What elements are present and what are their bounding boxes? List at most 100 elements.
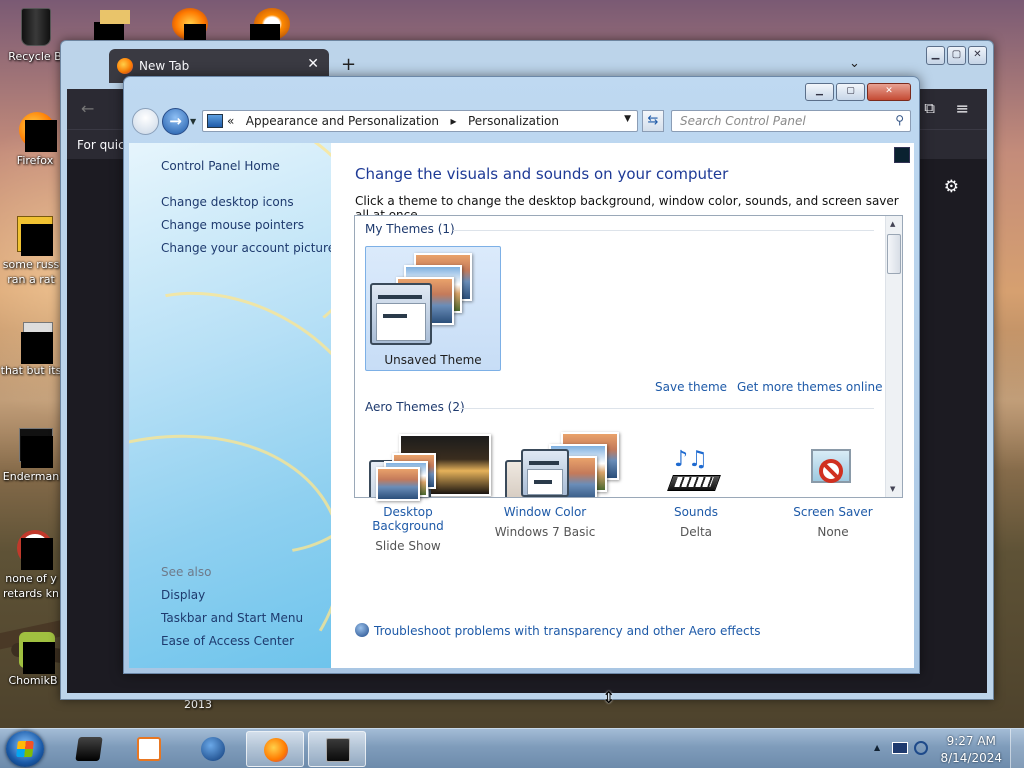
menu-icon[interactable]: ≡ — [956, 99, 969, 118]
show-hidden-icons-button[interactable]: ▲ — [874, 743, 880, 752]
display-link[interactable]: Display — [161, 588, 205, 602]
taskbar-button-app[interactable] — [60, 731, 118, 767]
new-tab-button[interactable]: + — [341, 55, 356, 75]
control-panel-icon — [207, 114, 223, 128]
refresh-button[interactable]: ⇆ — [642, 110, 664, 132]
start-button[interactable] — [6, 731, 44, 767]
desktop-icon-app[interactable] — [248, 0, 296, 40]
network-icon[interactable] — [892, 742, 908, 754]
desktop-icon-label: Recycle B — [8, 50, 62, 63]
desktop-icon-shortcut[interactable]: ChomikB — [2, 630, 64, 688]
setting-value: Windows 7 Basic — [494, 525, 596, 539]
maximize-button[interactable]: ▢ — [947, 46, 966, 65]
desktop-icon-shortcut[interactable]: that but its — [0, 320, 62, 378]
desktop-icon-label: none of y retards kn — [3, 572, 59, 600]
search-placeholder: Search Control Panel — [680, 114, 806, 128]
desktop-icon-recycle-bin[interactable]: Recycle B — [4, 6, 66, 64]
desktop-background-icon — [348, 443, 468, 503]
windows-logo-icon — [16, 741, 34, 757]
change-mouse-pointers-link[interactable]: Change mouse pointers — [161, 218, 304, 232]
show-desktop-button[interactable] — [1010, 729, 1024, 768]
control-panel-home-link[interactable]: Control Panel Home — [161, 159, 280, 173]
address-dropdown-icon[interactable]: ▼ — [624, 114, 631, 124]
troubleshoot-link[interactable]: Troubleshoot problems with transparency … — [355, 623, 761, 638]
setting-value: Slide Show — [375, 539, 441, 553]
setting-value: None — [817, 525, 849, 539]
clock-time: 9:27 AM — [946, 734, 996, 748]
desktop-icon-label: ChomikB — [8, 674, 58, 687]
window-color-setting[interactable]: Window Color Windows 7 Basic — [485, 443, 605, 539]
desktop-icon-label: some russ ran a rat — [2, 258, 60, 286]
back-button[interactable] — [132, 108, 159, 135]
breadcrumb-overflow[interactable]: « — [227, 114, 234, 128]
scroll-up-icon[interactable]: ▲ — [890, 220, 895, 228]
minimize-button[interactable]: ▁ — [926, 46, 945, 65]
sounds-icon: ♪♫ — [636, 443, 756, 503]
ease-of-access-link[interactable]: Ease of Access Center — [161, 634, 294, 648]
address-bar[interactable]: « Appearance and Personalization ▸ Perso… — [202, 110, 638, 132]
extensions-icon[interactable]: ⧉ — [924, 99, 935, 117]
search-icon[interactable]: ⚲ — [895, 113, 904, 127]
window-controls: ▁ ▢ ✕ — [926, 46, 987, 65]
tab-title: New Tab — [139, 59, 190, 73]
close-button[interactable]: ✕ — [968, 46, 987, 65]
troubleshoot-label: Troubleshoot problems with transparency … — [374, 624, 761, 638]
taskbar-button-control-panel[interactable] — [308, 731, 366, 767]
taskbar-button-media-player[interactable] — [120, 731, 178, 767]
get-more-themes-link[interactable]: Get more themes online — [737, 380, 883, 394]
desktop-icon-folder[interactable] — [90, 0, 138, 40]
resize-cursor-icon: ⇕ — [602, 688, 616, 707]
desktop-icon-shortcut[interactable]: some russ ran a rat — [0, 214, 62, 287]
tab-close-icon[interactable]: ✕ — [307, 56, 319, 72]
sounds-setting[interactable]: ♪♫ Sounds Delta — [636, 443, 756, 539]
save-theme-link[interactable]: Save theme — [655, 380, 727, 394]
main-content: Change the visuals and sounds on your co… — [331, 143, 914, 668]
settings-gear-icon[interactable]: ⚙ — [944, 177, 959, 197]
page-title: Change the visuals and sounds on your co… — [355, 165, 729, 183]
taskbar: ▲ 9:27 AM 8/14/2024 — [0, 728, 1024, 768]
control-panel-window[interactable]: ▁ ▢ ✕ → ▼ « Appearance and Personalizati… — [123, 76, 920, 674]
maximize-button[interactable]: ▢ — [836, 83, 865, 101]
desktop-icon-shortcut[interactable]: Enderman — [0, 426, 62, 484]
list-all-tabs-button[interactable]: ⌄ — [849, 56, 860, 71]
change-account-picture-link[interactable]: Change your account picture — [161, 241, 331, 255]
breadcrumb-separator[interactable]: ▸ — [451, 114, 457, 128]
taskbar-start-menu-link[interactable]: Taskbar and Start Menu — [161, 611, 303, 625]
globe-icon — [201, 737, 225, 761]
desktop-background-setting[interactable]: Desktop Background Slide Show — [348, 443, 468, 553]
breadcrumb-personalization[interactable]: Personalization — [468, 114, 559, 128]
see-also-heading: See also — [161, 565, 212, 579]
media-player-icon — [137, 737, 161, 761]
left-navigation-pane: Control Panel Home Change desktop icons … — [129, 143, 331, 668]
desktop-icon-label: that but its — [0, 364, 62, 377]
firefox-icon — [264, 738, 288, 762]
volume-icon[interactable] — [914, 741, 928, 755]
system-tray: ▲ 9:27 AM 8/14/2024 — [864, 729, 1024, 768]
back-arrow-icon[interactable]: ← — [81, 99, 94, 118]
close-button[interactable]: ✕ — [867, 83, 911, 101]
taskbar-button-firefox[interactable] — [246, 731, 304, 767]
desktop-icon-firefox[interactable]: Firefox — [4, 110, 66, 168]
breadcrumb-appearance[interactable]: Appearance and Personalization — [246, 114, 439, 128]
troubleshoot-icon — [355, 623, 369, 637]
minimize-button[interactable]: ▁ — [805, 83, 834, 101]
theme-unsaved[interactable]: Unsaved Theme — [365, 246, 501, 371]
forward-button[interactable]: → — [162, 108, 189, 135]
recent-pages-dropdown-icon[interactable]: ▼ — [190, 117, 196, 126]
search-input[interactable]: Search Control Panel ⚲ — [671, 110, 911, 132]
desktop-icon-label: Firefox — [16, 154, 54, 167]
setting-title: Desktop Background — [372, 505, 444, 533]
divider — [459, 408, 874, 409]
my-themes-header: My Themes (1) — [365, 222, 455, 236]
taskbar-button-browser[interactable] — [184, 731, 242, 767]
help-icon[interactable] — [894, 147, 910, 163]
desktop-icon-shortcut[interactable]: none of y retards kn — [0, 528, 62, 601]
clock-date: 8/14/2024 — [940, 751, 1002, 765]
window-controls: ▁ ▢ ✕ — [805, 83, 911, 101]
screen-saver-setting[interactable]: Screen Saver None — [773, 443, 893, 539]
change-desktop-icons-link[interactable]: Change desktop icons — [161, 195, 294, 209]
setting-value: Delta — [679, 525, 712, 539]
desktop-icon-media[interactable] — [170, 0, 218, 40]
clock[interactable]: 9:27 AM 8/14/2024 — [940, 733, 1002, 767]
scroll-thumb[interactable] — [887, 234, 901, 274]
